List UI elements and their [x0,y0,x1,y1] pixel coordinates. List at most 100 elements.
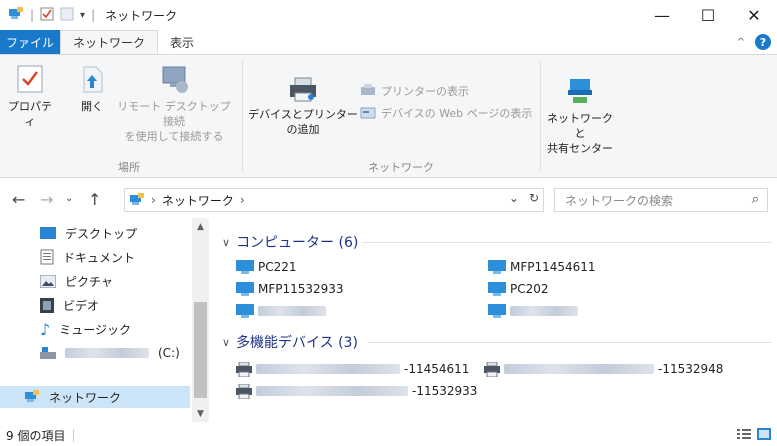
sidebar-item-pictures[interactable]: ピクチャ [40,270,113,292]
add-devices-button[interactable]: デバイスとプリンター の追加 [248,77,358,137]
printer-icon [290,77,316,102]
forward-arrow-icon[interactable]: → [40,190,53,209]
add-devices-label-line1: デバイスとプリンター [248,108,358,121]
computer-icon [488,304,506,318]
list-item[interactable]: PC202 [488,280,549,298]
tab-view[interactable]: 表示 [158,30,206,54]
redacted-computer-name [258,306,326,316]
computer-icon [236,282,254,296]
breadcrumb-chevron-icon[interactable]: › [151,193,156,207]
group-header-devices[interactable]: ∨ 多機能デバイス (3) [222,332,358,352]
search-input[interactable]: ネットワークの検索 ⌕ [554,188,768,212]
multifunction-device-icon [236,383,252,399]
properties-icon [17,65,43,93]
network-folder-icon[interactable] [8,6,24,24]
minimize-button[interactable]: — [639,0,685,30]
group-divider [362,242,772,243]
ribbon-separator [540,61,541,171]
back-arrow-icon[interactable]: ← [12,190,25,209]
list-item-label: -11532933 [412,384,478,398]
list-item[interactable] [236,302,326,320]
properties-quick-icon[interactable] [40,7,54,24]
breadcrumb-network[interactable]: ネットワーク [162,192,234,209]
address-bar-row: ← → ⌄ ↑ › ネットワーク › ⌄ ↻ ネットワークの検索 ⌕ [0,186,777,214]
sidebar-item-label: デスクトップ [65,226,138,241]
close-button[interactable]: ✕ [731,0,777,30]
large-icons-view-icon[interactable] [757,428,771,440]
device-web-page-label: デバイスの Web ページの表示 [381,107,533,120]
scrollbar-thumb[interactable] [194,302,207,398]
sidebar-item-network[interactable]: ネットワーク [0,386,190,408]
customize-quick-access-icon[interactable]: ▾ [80,10,85,21]
address-field[interactable]: › ネットワーク › ⌄ ↻ [124,188,544,212]
sidebar-item-videos[interactable]: ビデオ [40,294,99,316]
scroll-up-icon[interactable]: ▲ [192,218,209,235]
sharing-center-label-line2: 共有センター [547,142,613,155]
breadcrumb-chevron-icon[interactable]: › [240,193,245,207]
sidebar-item-label: (C:) [158,346,180,360]
sidebar-item-desktop[interactable]: デスクトップ [40,222,137,244]
sidebar-item-label: ビデオ [63,298,100,313]
documents-icon [40,249,54,265]
list-item[interactable]: -11532933 [236,382,477,400]
list-item-label: -11532948 [658,362,724,376]
remote-desktop-icon [162,66,188,93]
redacted-drive-name [65,348,149,358]
device-web-page-button[interactable]: デバイスの Web ページの表示 [360,105,532,121]
sidebar-item-local-disk[interactable]: (C:) [40,342,180,364]
chevron-down-icon[interactable]: ∨ [222,336,230,349]
list-item[interactable]: -11454611 [236,360,469,378]
computer-icon [488,282,506,296]
chevron-down-icon[interactable]: ∨ [222,236,230,249]
item-count: 9 個の項目 [6,428,66,443]
list-item[interactable]: PC221 [236,258,297,276]
open-button[interactable]: 開く [72,63,112,114]
sidebar-item-music[interactable]: ♪ ミュージック [40,318,131,340]
address-dropdown-chevron-icon[interactable]: ⌄ [509,191,519,205]
details-view-icon[interactable] [737,428,751,440]
title-bar: | ▾ | ネットワーク — ☐ ✕ [0,0,777,30]
recent-locations-chevron-icon[interactable]: ⌄ [65,193,73,204]
network-icon [25,390,39,402]
redacted-device-name [256,364,400,374]
redacted-device-name [256,386,408,396]
list-item[interactable]: MFP11454611 [488,258,596,276]
music-icon: ♪ [40,319,51,339]
ribbon-tabs: ファイル ネットワーク 表示 ^ ? [0,30,777,55]
sidebar-item-label: ドキュメント [63,250,136,265]
maximize-button[interactable]: ☐ [685,0,731,30]
new-folder-quick-icon[interactable] [60,7,74,24]
list-item-label: -11454611 [404,362,470,376]
remote-desktop-button[interactable]: リモート デスクトップ接続 を使用して接続する [112,63,236,144]
printers-folder-icon [361,84,375,95]
title-separator: | [91,8,96,22]
show-printers-button[interactable]: プリンターの表示 [360,83,469,99]
list-item[interactable]: -11532948 [484,360,723,378]
scroll-down-icon[interactable]: ▼ [192,405,209,422]
sidebar-item-documents[interactable]: ドキュメント [40,246,135,268]
group-header-computers[interactable]: ∨ コンピューター (6) [222,232,358,252]
ribbon-separator [242,61,243,171]
sharing-center-button[interactable]: ネットワークと 共有センター [545,77,615,156]
group-network-label: ネットワーク [368,161,434,174]
list-item[interactable]: MFP11532933 [236,280,344,298]
sidebar-item-label: ピクチャ [65,274,113,289]
multifunction-device-icon [236,361,252,377]
search-icon[interactable]: ⌕ [752,192,759,207]
properties-button[interactable]: プロパティ [6,63,54,129]
tab-file[interactable]: ファイル [0,30,60,54]
tab-network[interactable]: ネットワーク [60,30,159,55]
list-item[interactable] [488,302,578,320]
multifunction-device-icon [484,361,500,377]
network-sharing-icon [568,79,592,103]
sidebar-item-label: ネットワーク [49,390,122,405]
open-icon [83,66,103,93]
collapse-ribbon-icon[interactable]: ^ [737,37,745,48]
title-separator: | [30,8,35,22]
refresh-icon[interactable]: ↻ [529,191,539,205]
ribbon: プロパティ 開く リモート デスクトップ接続 を使用して接続する 場所 デバイス… [0,54,777,178]
add-devices-label-line2: の追加 [286,123,320,136]
help-icon[interactable]: ? [755,34,771,50]
up-arrow-icon[interactable]: ↑ [88,190,101,209]
sidebar-scrollbar[interactable]: ▲ ▼ [192,218,209,422]
